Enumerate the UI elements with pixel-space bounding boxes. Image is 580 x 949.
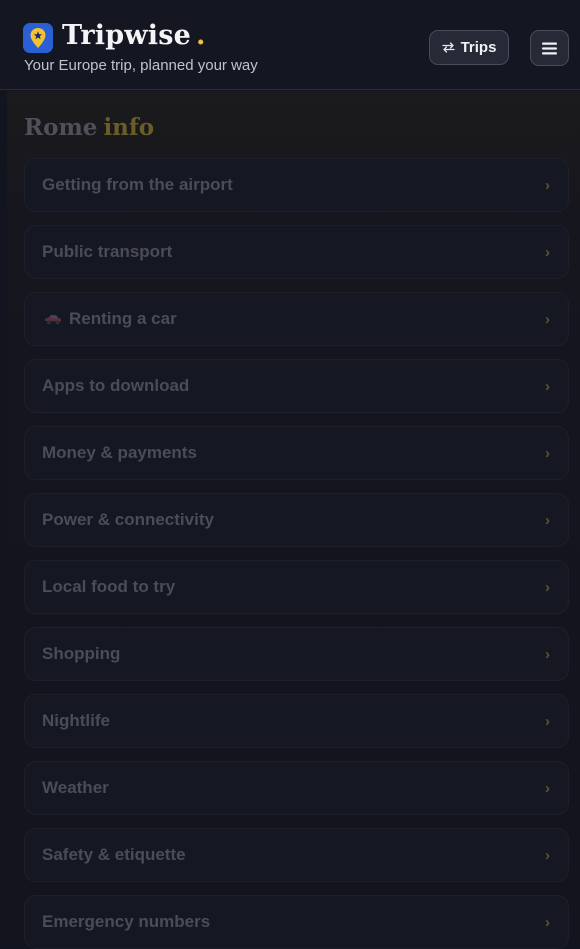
info-row-shopping[interactable]: Shopping ›: [24, 627, 569, 681]
row-label: Renting a car: [69, 309, 177, 328]
tagline: Your Europe trip, planned your way: [24, 57, 258, 74]
chevron-right-icon: ›: [545, 913, 550, 931]
row-label: Power & connectivity: [42, 510, 214, 529]
section-title-accent: info: [103, 114, 155, 141]
info-row-nightlife[interactable]: Nightlife ›: [24, 694, 569, 748]
row-label: Weather: [42, 778, 109, 797]
chevron-right-icon: ›: [545, 511, 550, 529]
section-title-city: Rome: [24, 114, 98, 141]
info-row-emergency[interactable]: Emergency numbers ›: [24, 895, 569, 949]
menu-button[interactable]: [530, 30, 569, 66]
row-label: Money & payments: [42, 443, 197, 462]
chevron-right-icon: ›: [545, 176, 550, 194]
app-header: Tripwise. Your Europe trip, planned your…: [0, 0, 580, 90]
info-row-money[interactable]: Money & payments ›: [24, 426, 569, 480]
row-label: Local food to try: [42, 577, 176, 596]
trips-button[interactable]: Trips: [429, 30, 509, 65]
chevron-right-icon: ›: [545, 243, 550, 261]
chevron-right-icon: ›: [545, 377, 550, 395]
map-pin-star-icon[interactable]: [23, 23, 53, 53]
info-row-airport[interactable]: Getting from the airport ›: [24, 158, 569, 212]
info-row-power[interactable]: Power & connectivity ›: [24, 493, 569, 547]
info-row-weather[interactable]: Weather ›: [24, 761, 569, 815]
row-label: Nightlife: [42, 711, 110, 730]
section-title: Rome info: [24, 114, 154, 141]
trips-button-label: Trips: [460, 39, 497, 56]
row-label: Public transport: [42, 242, 173, 261]
chevron-right-icon: ›: [545, 846, 550, 864]
info-row-apps[interactable]: Apps to download ›: [24, 359, 569, 413]
car-icon: [45, 315, 61, 325]
chevron-right-icon: ›: [545, 444, 550, 462]
info-row-renting-car[interactable]: Renting a car ›: [24, 292, 569, 346]
chevron-right-icon: ›: [545, 779, 550, 797]
info-row-public-transport[interactable]: Public transport ›: [24, 225, 569, 279]
brand-dot: .: [195, 20, 206, 51]
info-row-food[interactable]: Local food to try ›: [24, 560, 569, 614]
brand-name[interactable]: Tripwise.: [62, 20, 206, 51]
row-label: Safety & etiquette: [42, 845, 186, 864]
chevron-right-icon: ›: [545, 310, 550, 328]
brand-text: Tripwise: [62, 20, 191, 51]
row-label: Emergency numbers: [42, 912, 211, 931]
swap-arrows-icon: [441, 42, 455, 53]
info-row-safety[interactable]: Safety & etiquette ›: [24, 828, 569, 882]
chevron-right-icon: ›: [545, 578, 550, 596]
hamburger-menu-icon: [542, 42, 557, 54]
chevron-right-icon: ›: [545, 712, 550, 730]
row-label: Shopping: [42, 644, 121, 663]
chevron-right-icon: ›: [545, 645, 550, 663]
row-label: Getting from the airport: [42, 175, 233, 194]
row-label: Apps to download: [42, 376, 190, 395]
